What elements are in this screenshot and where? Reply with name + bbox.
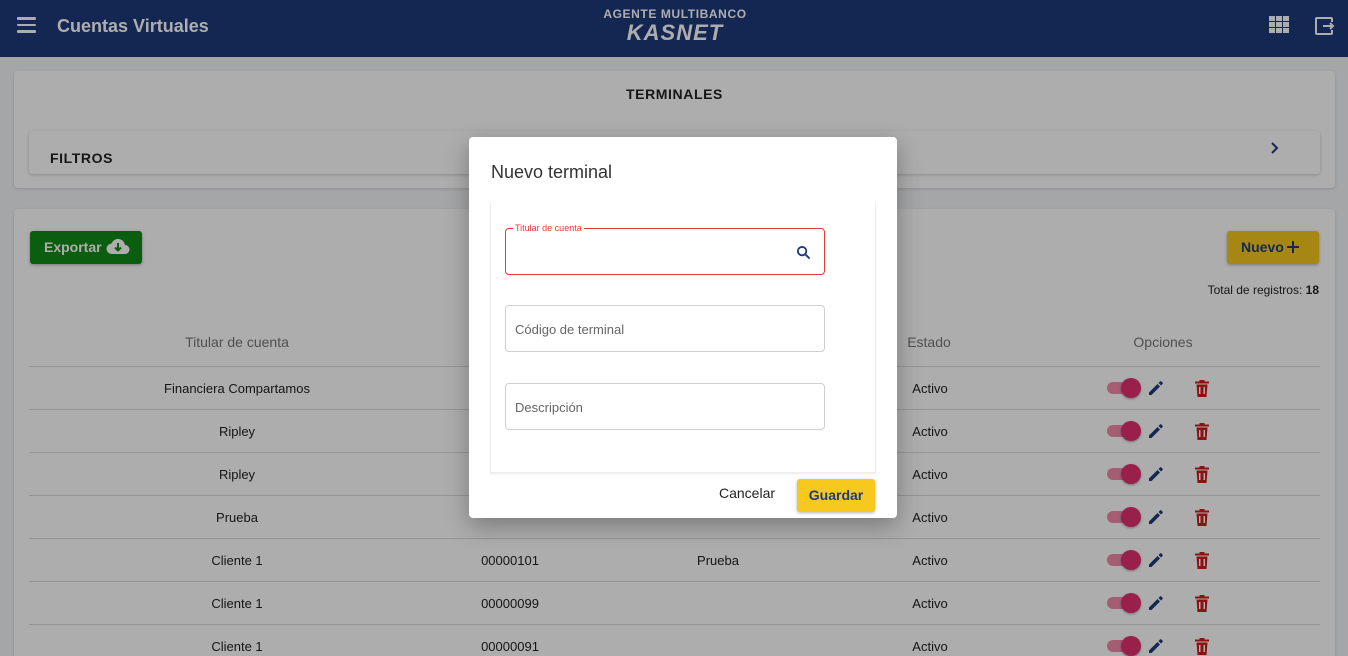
description-field[interactable]: Descripción [505, 383, 825, 430]
description-placeholder: Descripción [515, 400, 583, 415]
account-holder-field[interactable]: Titular de cuenta [505, 223, 825, 275]
save-button[interactable]: Guardar [797, 479, 875, 512]
search-icon[interactable] [796, 245, 811, 260]
terminal-code-field[interactable]: Código de terminal [505, 305, 825, 352]
account-holder-label: Titular de cuenta [513, 223, 584, 233]
terminal-code-placeholder: Código de terminal [515, 322, 625, 337]
cancel-button[interactable]: Cancelar [719, 485, 775, 501]
new-terminal-dialog: Nuevo terminal Titular de cuenta Código … [469, 137, 897, 518]
dialog-form: Titular de cuenta Código de terminal Des… [490, 203, 876, 473]
dialog-title: Nuevo terminal [491, 162, 613, 182]
